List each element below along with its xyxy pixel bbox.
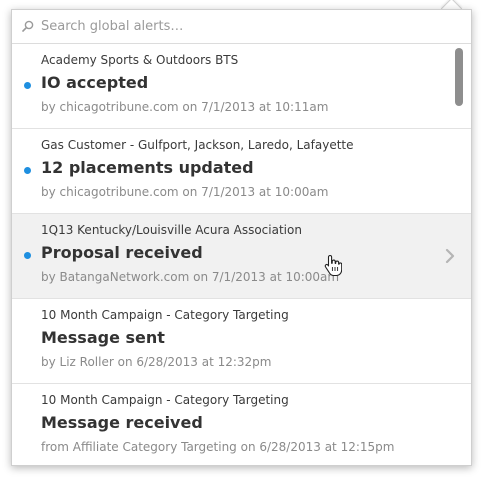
alert-status: Message sent [41, 328, 165, 347]
alert-item[interactable]: Academy Sports & Outdoors BTS IO accepte… [12, 44, 471, 129]
alert-meta: by chicagotribune.com on 7/1/2013 at 10:… [41, 100, 329, 114]
alert-meta: from Affiliate Category Targeting on 6/2… [41, 440, 395, 454]
scrollbar-thumb[interactable] [455, 48, 463, 106]
alert-meta: by Liz Roller on 6/28/2013 at 12:32pm [41, 355, 272, 369]
unread-indicator [24, 82, 31, 89]
alerts-list: Academy Sports & Outdoors BTS IO accepte… [12, 44, 471, 465]
alert-campaign: 10 Month Campaign - Category Targeting [41, 308, 289, 322]
search-icon [22, 20, 34, 32]
search-bar [12, 10, 471, 44]
alert-item[interactable]: 10 Month Campaign - Category Targeting M… [12, 299, 471, 384]
alert-status: 12 placements updated [41, 158, 254, 177]
alert-meta: by chicagotribune.com on 7/1/2013 at 10:… [41, 185, 329, 199]
alert-status: Proposal received [41, 243, 203, 262]
unread-indicator [24, 252, 31, 259]
alert-campaign: Gas Customer - Gulfport, Jackson, Laredo… [41, 138, 354, 152]
alert-campaign: 10 Month Campaign - Category Targeting [41, 393, 289, 407]
alert-campaign: Academy Sports & Outdoors BTS [41, 53, 239, 67]
alert-meta: by BatangaNetwork.com on 7/1/2013 at 10:… [41, 270, 340, 284]
alert-status: IO accepted [41, 73, 149, 92]
alert-item[interactable]: 10 Month Campaign - Category Targeting M… [12, 384, 471, 465]
alert-item[interactable]: 1Q13 Kentucky/Louisville Acura Associati… [12, 214, 471, 299]
alert-item[interactable]: Gas Customer - Gulfport, Jackson, Laredo… [12, 129, 471, 214]
alert-campaign: 1Q13 Kentucky/Louisville Acura Associati… [41, 223, 302, 237]
alert-status: Message received [41, 413, 203, 432]
global-alerts-popover: Academy Sports & Outdoors BTS IO accepte… [11, 9, 472, 466]
chevron-right-icon[interactable] [444, 248, 456, 264]
unread-indicator [24, 167, 31, 174]
hand-pointer-icon [324, 254, 342, 276]
search-input[interactable] [41, 16, 441, 36]
